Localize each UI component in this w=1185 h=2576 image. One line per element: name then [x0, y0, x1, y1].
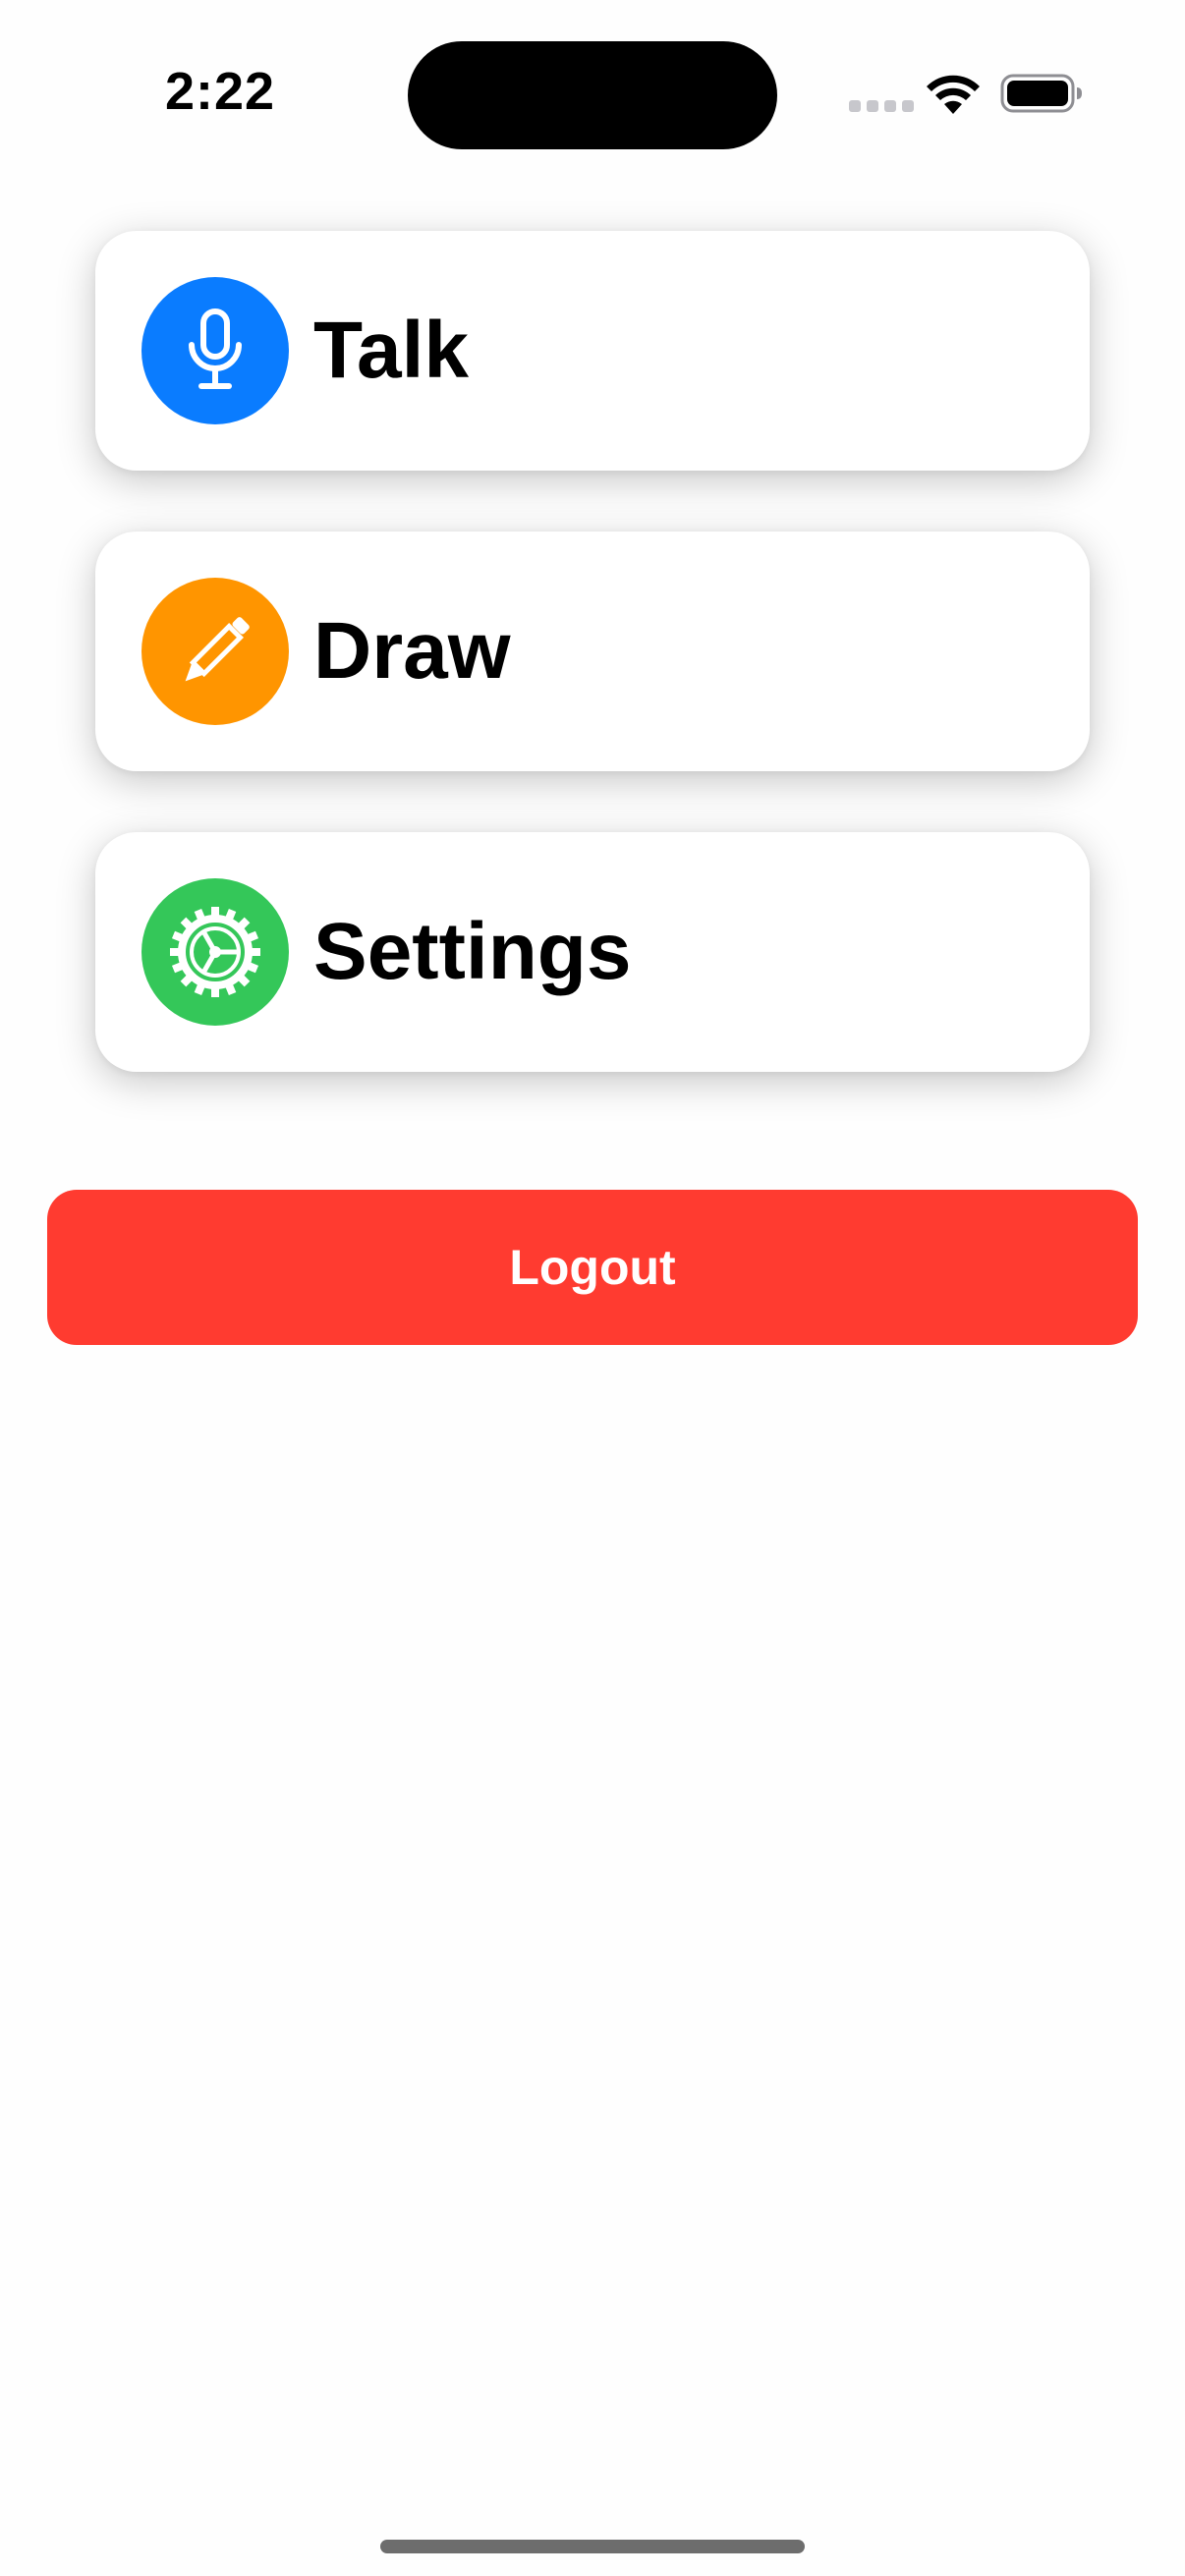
talk-menu-item[interactable]: Talk: [95, 231, 1090, 471]
wifi-icon: [927, 75, 980, 114]
draw-menu-item[interactable]: Draw: [95, 532, 1090, 771]
microphone-icon: [141, 277, 289, 424]
logout-button[interactable]: Logout: [47, 1190, 1138, 1345]
talk-label: Talk: [313, 306, 469, 395]
home-indicator[interactable]: [380, 2540, 805, 2553]
battery-icon: [1000, 74, 1082, 113]
dynamic-island: [408, 41, 777, 149]
draw-label: Draw: [313, 606, 511, 696]
cellular-signal-icon: [849, 100, 914, 112]
settings-label: Settings: [313, 907, 632, 996]
status-time: 2:22: [165, 62, 276, 121]
settings-menu-item[interactable]: Settings: [95, 832, 1090, 1072]
app-screen: 2:22 Talk Draw Settings Logout: [0, 0, 1185, 2576]
pencil-icon: [141, 578, 289, 725]
gear-icon: [141, 878, 289, 1026]
